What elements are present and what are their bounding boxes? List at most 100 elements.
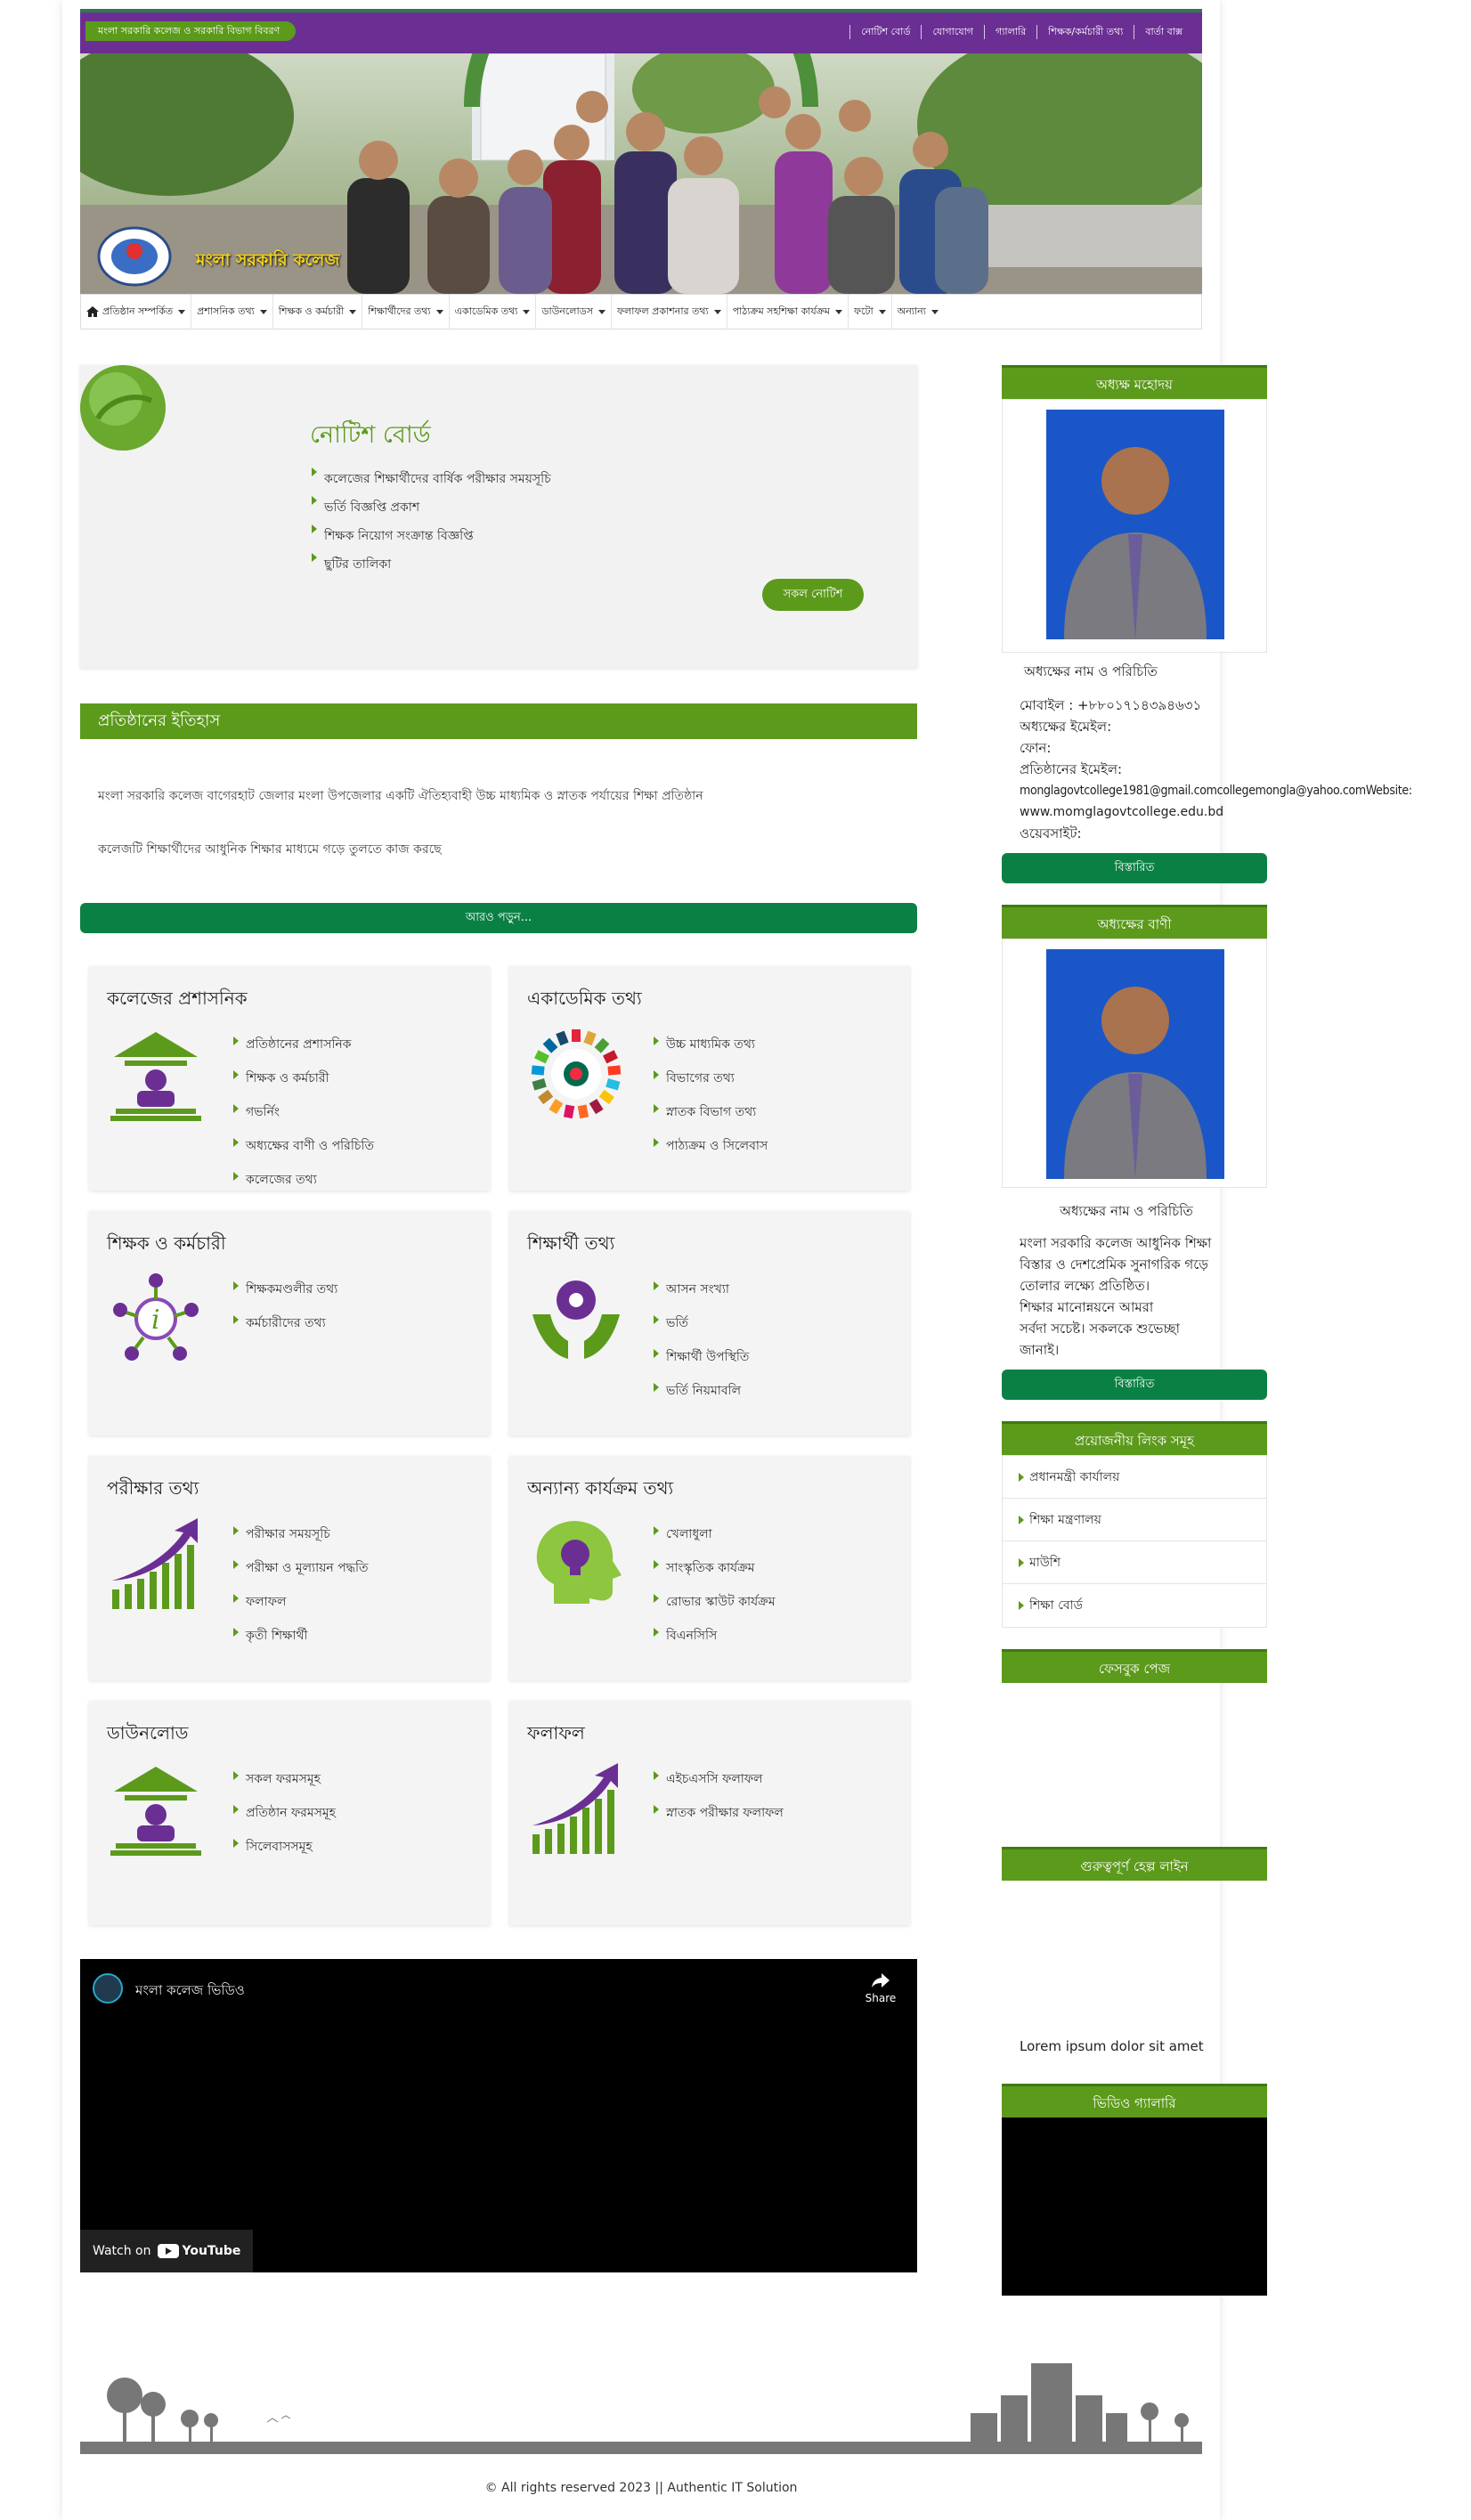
- message-line: শিক্ষার মানোন্নয়নে আমরা: [1020, 1299, 1154, 1315]
- service-card-link[interactable]: সকল ফরমসমূহ: [232, 1768, 336, 1790]
- service-card-link[interactable]: শিক্ষার্থী উপস্থিতি: [652, 1346, 749, 1368]
- service-card: ডাউনলোড সকল ফরমসমূহ প্রতিষ্ঠান ফরমসমূহ সিলে…: [89, 1701, 490, 1925]
- institution-website[interactable]: www.momglagovtcollege.edu.bd: [1020, 801, 1223, 823]
- principal-details-button[interactable]: বিস্তারিত: [1002, 853, 1267, 883]
- read-more-button[interactable]: আরও পড়ুন...: [80, 903, 917, 933]
- nav-item-academic[interactable]: একাডেমিক তথ্য: [450, 295, 537, 329]
- service-card-link[interactable]: প্রতিষ্ঠান ফরমসমূহ: [232, 1802, 336, 1824]
- notice-item[interactable]: কলেজের শিক্ষার্থীদের বার্ষিক পরীক্ষার সম…: [310, 465, 551, 493]
- service-card-link[interactable]: কর্মচারীদের তথ্য: [232, 1313, 337, 1334]
- chevron-down-icon: [598, 309, 606, 314]
- nav-item-results[interactable]: ফলাফল প্রকাশনার তথ্য: [612, 295, 727, 329]
- nav-item-photo[interactable]: ফটো: [849, 295, 892, 329]
- notice-item[interactable]: ছুটির তালিকা: [310, 550, 551, 579]
- nav-item-students[interactable]: শিক্ষার্থীদের তথ্য: [362, 295, 450, 329]
- service-card-link[interactable]: সিলেবাসসমূহ: [232, 1836, 336, 1857]
- top-link-staff[interactable]: শিক্ষক/কর্মচারী তথ্য: [1036, 25, 1134, 39]
- about-title: প্রতিষ্ঠানের ইতিহাস: [80, 703, 917, 739]
- nav-item-activities[interactable]: পাঠ্যক্রম সহশিক্ষা কার্যক্রম: [727, 295, 849, 329]
- chevron-down-icon: [178, 309, 186, 314]
- service-card-link[interactable]: বিভাগের তথ্য: [652, 1068, 768, 1089]
- website-label: ওয়েবসাইট:: [1020, 825, 1082, 841]
- service-card-link[interactable]: ভর্তি: [652, 1313, 749, 1334]
- channel-avatar: [93, 1973, 123, 2004]
- gear-hands-icon: [527, 1270, 625, 1368]
- top-link-contact[interactable]: যোগাযোগ: [921, 25, 984, 39]
- link-item[interactable]: প্রধানমন্ত্রী কার্যালয়: [1003, 1456, 1266, 1499]
- service-card-link[interactable]: শিক্ষক ও কর্মচারী: [232, 1068, 374, 1089]
- top-link-notice[interactable]: নোটিশ বোর্ড: [849, 25, 921, 39]
- nav-item-others[interactable]: অন্যান্য: [892, 295, 944, 329]
- nav-label: পাঠ্যক্রম সহশিক্ষা কার্যক্রম: [732, 305, 831, 317]
- service-card-list: শিক্ষকমণ্ডলীর তথ্য কর্মচারীদের তথ্য: [232, 1279, 337, 1346]
- sdg-wheel-icon: [527, 1025, 625, 1123]
- service-card-link[interactable]: পরীক্ষা ও মূল্যায়ন পদ্ধতি: [232, 1557, 368, 1579]
- nav-item-teachers[interactable]: শিক্ষক ও কর্মচারী: [273, 295, 363, 329]
- service-card-link[interactable]: কলেজের তথ্য: [232, 1169, 374, 1191]
- service-card-link[interactable]: স্নাতক পরীক্ষার ফলাফল: [652, 1802, 784, 1824]
- message-photo: [1046, 949, 1224, 1179]
- service-card-link[interactable]: পরীক্ষার সময়সূচি: [232, 1524, 368, 1545]
- service-card-link[interactable]: উচ্চ মাধ্যমিক তথ্য: [652, 1034, 768, 1055]
- message-line: সর্বদা সচেষ্ট। সকলকে শুভেচ্ছা: [1020, 1321, 1180, 1337]
- link-item[interactable]: মাউশি: [1003, 1541, 1266, 1584]
- service-card-link[interactable]: শিক্ষকমণ্ডলীর তথ্য: [232, 1279, 337, 1300]
- service-card-link[interactable]: প্রতিষ্ঠানের প্রশাসনিক: [232, 1034, 374, 1055]
- top-link-gallery[interactable]: গ্যালারি: [983, 25, 1036, 39]
- watch-on-youtube[interactable]: Watch on YouTube: [80, 2230, 254, 2272]
- svg-text:i: i: [151, 1305, 160, 1336]
- service-card-link[interactable]: ফলাফল: [232, 1591, 368, 1613]
- nav-label: ডাউনলোডস: [541, 305, 594, 317]
- service-card-link[interactable]: খেলাধুলা: [652, 1524, 776, 1545]
- link-item[interactable]: শিক্ষা বোর্ড: [1003, 1584, 1266, 1627]
- notice-board: নোটিশ বোর্ড কলেজের শিক্ষার্থীদের বার্ষিক…: [80, 365, 917, 668]
- principal-phone: মোবাইল : +৮৮০১৭১৪৩৯৪৬৩১: [1020, 697, 1202, 713]
- service-card-title: শিক্ষক ও কর্মচারী: [107, 1232, 226, 1254]
- nav-item-admin[interactable]: প্রশাসনিক তথ্য: [191, 295, 273, 329]
- service-card-link[interactable]: কৃতী শিক্ষার্থী: [232, 1625, 368, 1646]
- top-link-message[interactable]: বার্তা বাক্স: [1134, 25, 1193, 39]
- notice-item[interactable]: শিক্ষক নিয়োগ সংক্রান্ত বিজ্ঞপ্তি: [310, 522, 551, 550]
- service-card-link[interactable]: আসন সংখ্যা: [652, 1279, 749, 1300]
- service-card-link[interactable]: গভর্নিং: [232, 1101, 374, 1123]
- message-details-button[interactable]: বিস্তারিত: [1002, 1370, 1267, 1400]
- about-section: প্রতিষ্ঠানের ইতিহাস মংলা সরকারি কলেজ বাগ…: [80, 703, 917, 935]
- service-card-link[interactable]: রোভার স্কাউট কার্যক্রম: [652, 1591, 776, 1613]
- growth-chart-icon: [107, 1515, 205, 1613]
- service-card-link[interactable]: এইচএসসি ফলাফল: [652, 1768, 784, 1790]
- message-line: বিস্তার ও দেশপ্রেমিক সুনাগরিক গড়ে: [1020, 1256, 1208, 1272]
- home-icon: [86, 306, 99, 317]
- footer-company-link[interactable]: Authentic IT Solution: [667, 2481, 797, 2495]
- all-notices-button[interactable]: সকল নোটিশ: [762, 579, 864, 611]
- service-card: পরীক্ষার তথ্য পরীক্ষার সময়সূচি পরীক্ষা ও …: [89, 1456, 490, 1680]
- service-card-link[interactable]: সাংস্কৃতিক কার্যক্রম: [652, 1557, 776, 1579]
- principal-name: অধ্যক্ষের নাম ও পরিচিতি: [1024, 663, 1158, 679]
- video-gallery-player[interactable]: [1002, 2118, 1267, 2296]
- service-card-title: ফলাফল: [527, 1722, 585, 1744]
- service-card-list: খেলাধুলা সাংস্কৃতিক কার্যক্রম রোভার স্কাউট…: [652, 1524, 776, 1659]
- links-list: প্রধানমন্ত্রী কার্যালয় শিক্ষা মন্ত্রণাল…: [1002, 1455, 1267, 1628]
- nav-item-downloads[interactable]: ডাউনলোডস: [536, 295, 613, 329]
- top-bar: মংলা সরকারি কলেজ ও সরকারি বিভাগ বিবরণ নো…: [80, 9, 1202, 53]
- college-logo[interactable]: [96, 224, 173, 289]
- service-card-link[interactable]: অধ্যক্ষের বাণী ও পরিচিতি: [232, 1135, 374, 1157]
- service-card-link[interactable]: ভর্তি নিয়মাবলি: [652, 1380, 749, 1402]
- service-card-link[interactable]: স্নাতক বিভাগ তথ্য: [652, 1101, 768, 1123]
- link-item[interactable]: শিক্ষা মন্ত্রণালয়: [1003, 1499, 1266, 1541]
- service-card-list: উচ্চ মাধ্যমিক তথ্য বিভাগের তথ্য স্নাতক বিভ…: [652, 1034, 768, 1169]
- service-card: ফলাফল এইচএসসি ফলাফল স্নাতক পরীক্ষার ফলাফল: [509, 1701, 910, 1925]
- principal-email-label: অধ্যক্ষের ইমেইল:: [1020, 719, 1112, 735]
- notice-item[interactable]: ভর্তি বিজ্ঞপ্তি প্রকাশ: [310, 493, 551, 522]
- chevron-down-icon: [713, 309, 721, 314]
- share-button[interactable]: Share: [860, 1971, 901, 2004]
- nav-item-home[interactable]: প্রতিষ্ঠান সম্পর্কিত: [81, 295, 192, 329]
- service-card-link[interactable]: পাঠ্যক্রম ও সিলেবাস: [652, 1135, 768, 1157]
- message-line: জানাই।: [1020, 1342, 1060, 1358]
- helpline-header: গুরুত্বপূর্ণ হেল্প লাইন: [1002, 1847, 1267, 1881]
- message-line: মংলা সরকারি কলেজ আধুনিক শিক্ষা: [1020, 1235, 1212, 1251]
- service-card-list: সকল ফরমসমূহ প্রতিষ্ঠান ফরমসমূহ সিলেবাসসমূহ: [232, 1768, 336, 1870]
- chevron-down-icon: [349, 309, 357, 314]
- video-player[interactable]: মংলা কলেজ ভিডিও Share Watch on YouTube: [80, 1959, 917, 2272]
- service-card-link[interactable]: বিএনসিসি: [652, 1625, 776, 1646]
- message-text: মংলা সরকারি কলেজ আধুনিক শিক্ষা বিস্তার ও…: [1020, 1232, 1211, 1361]
